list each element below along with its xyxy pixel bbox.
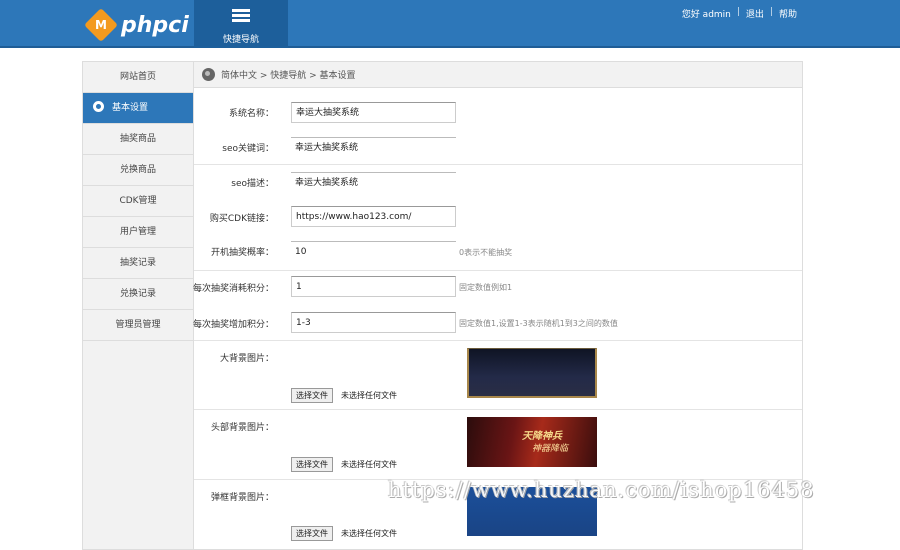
bg-image-file-status: 未选择任何文件: [341, 391, 397, 400]
head-image-preview: 天降神兵 神器降临: [467, 417, 597, 467]
logout-link[interactable]: 退出: [740, 7, 770, 20]
logo[interactable]: M phpci: [84, 8, 189, 42]
bg-image-choose-button[interactable]: 选择文件: [291, 388, 333, 403]
field-label: 系统名称：: [228, 109, 274, 119]
help-link[interactable]: 帮助: [773, 7, 803, 20]
sidebar-item-exchange-records[interactable]: 兑换记录: [83, 279, 193, 310]
greeting-text: 您好 admin: [681, 10, 731, 20]
field-label: 每次抽奖增加积分：: [192, 320, 274, 330]
divider: [194, 270, 802, 271]
head-image-choose-button[interactable]: 选择文件: [291, 457, 333, 472]
sidebar-item-lottery-goods[interactable]: 抽奖商品: [83, 124, 193, 155]
field-label: seo关键词：: [222, 144, 274, 154]
head-banner-title: 天降神兵: [522, 431, 562, 442]
sidebar-item-lottery-records[interactable]: 抽奖记录: [83, 248, 193, 279]
menu-list-icon: [232, 9, 250, 23]
sidebar-item-users[interactable]: 用户管理: [83, 217, 193, 248]
breadcrumb: 简体中文 > 快捷导航 > 基本设置: [194, 62, 802, 88]
seo-keywords-input[interactable]: 幸运大抽奖系统: [291, 137, 456, 158]
top-links: 您好 admin | 退出 | 帮助: [676, 7, 803, 20]
field-hint: 固定数值1,设置1-3表示随机1到3之间的数值: [459, 319, 618, 328]
quick-nav-label: 快捷导航: [222, 35, 259, 45]
sidebar-item-home[interactable]: 网站首页: [83, 62, 193, 93]
breadcrumb-text[interactable]: 简体中文 > 快捷导航 > 基本设置: [221, 68, 356, 81]
sidebar-item-cdk[interactable]: CDK管理: [83, 186, 193, 217]
watermark-text: https://www.huzhan.com/ishop16458: [388, 478, 815, 502]
field-label: seo描述：: [231, 179, 274, 189]
field-label: 每次抽奖消耗积分：: [192, 284, 274, 294]
divider: |: [736, 7, 740, 17]
per-draw-input[interactable]: 1: [291, 276, 456, 297]
logo-text: phpci: [121, 12, 189, 38]
field-label: 开机抽奖概率：: [210, 248, 274, 258]
sidebar-item-admins[interactable]: 管理员管理: [83, 310, 193, 341]
divider: [194, 340, 802, 341]
bg-image-preview: [467, 348, 597, 398]
count-input[interactable]: 10: [291, 241, 456, 262]
seo-desc-input[interactable]: 幸运大抽奖系统: [291, 172, 456, 193]
divider: [194, 164, 802, 165]
field-hint: 固定数值例如1: [459, 283, 513, 292]
field-label: 大背景图片：: [219, 354, 274, 364]
sidebar: 网站首页 基本设置 抽奖商品 兑换商品 CDK管理 用户管理 抽奖记录 兑换记录…: [82, 61, 194, 550]
logo-mark-icon: M: [84, 8, 118, 42]
popup-image-file-status: 未选择任何文件: [341, 529, 397, 538]
divider: [194, 409, 802, 410]
site-name-input[interactable]: 幸运大抽奖系统: [291, 102, 456, 123]
head-image-file-status: 未选择任何文件: [341, 460, 397, 469]
cdk-link-input[interactable]: https://www.hao123.com/: [291, 206, 456, 227]
field-label: 头部背景图片：: [210, 423, 274, 433]
popup-image-choose-button[interactable]: 选择文件: [291, 526, 333, 541]
quick-nav-button[interactable]: 快捷导航: [194, 0, 288, 48]
gear-icon: [93, 101, 104, 112]
field-label: 弹框背景图片：: [210, 493, 274, 503]
main-panel: 简体中文 > 快捷导航 > 基本设置 系统名称： 幸运大抽奖系统 seo关键词：…: [192, 61, 803, 550]
sidebar-item-exchange-goods[interactable]: 兑换商品: [83, 155, 193, 186]
divider: |: [769, 7, 773, 17]
field-hint: 0表示不能抽奖: [459, 248, 513, 257]
head-banner-subtitle: 神器降临: [532, 444, 569, 454]
globe-icon: [202, 68, 215, 81]
per-point-input[interactable]: 1-3: [291, 312, 456, 333]
sidebar-item-basic-settings[interactable]: 基本设置: [83, 93, 193, 124]
field-label: 购买CDK链接：: [209, 214, 274, 224]
top-header-bar: M phpci 快捷导航 您好 admin | 退出 | 帮助: [0, 0, 900, 48]
